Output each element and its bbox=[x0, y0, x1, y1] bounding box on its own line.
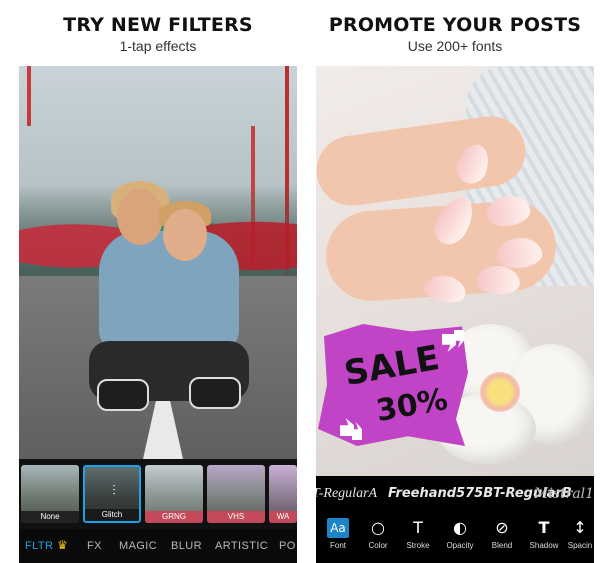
tool-label: Font bbox=[329, 541, 346, 550]
filter-thumb-none[interactable]: None bbox=[21, 465, 79, 523]
tool-color[interactable]: ○ Color bbox=[358, 518, 398, 550]
font-item[interactable]: T-RegularA bbox=[316, 486, 377, 502]
filters-phone-screen: None ⫶ Glitch GRNG VHS WA FLTR ♛ FX MAGI… bbox=[19, 66, 297, 563]
shadow-icon: T bbox=[538, 518, 550, 537]
tool-blend[interactable]: ⊘ Blend bbox=[482, 518, 522, 550]
tool-label: Shadow bbox=[529, 541, 559, 550]
tool-font[interactable]: Aa Font bbox=[318, 518, 358, 550]
tool-label: Opacity bbox=[446, 541, 474, 550]
filter-thumbnails: None ⫶ Glitch GRNG VHS WA bbox=[19, 459, 297, 529]
tab-fltr[interactable]: FLTR bbox=[25, 540, 53, 552]
text-tools-bar: Aa Font ○ Color T Stroke ◐ Opacity ⊘ Ble… bbox=[316, 514, 594, 563]
filter-thumb-glitch[interactable]: ⫶ Glitch bbox=[83, 465, 141, 523]
tab-blur[interactable]: BLUR bbox=[171, 540, 202, 552]
filter-thumb-label: GRNG bbox=[145, 511, 203, 523]
filter-thumb-grng[interactable]: GRNG bbox=[145, 465, 203, 523]
tab-po[interactable]: PO bbox=[279, 540, 296, 552]
filter-thumb-wa[interactable]: WA bbox=[269, 465, 297, 523]
tool-stroke[interactable]: T Stroke bbox=[398, 518, 438, 550]
filter-thumb-label: WA bbox=[269, 511, 297, 523]
font-icon: Aa bbox=[327, 518, 349, 538]
filter-thumb-label: None bbox=[21, 511, 79, 523]
tool-label: Color bbox=[368, 541, 388, 550]
glitch-photo bbox=[19, 66, 297, 459]
filters-title: TRY NEW FILTERS bbox=[63, 14, 253, 36]
filters-panel: TRY NEW FILTERS 1-tap effects None ⫶ Gli… bbox=[19, 0, 297, 563]
couple-figure bbox=[89, 181, 249, 411]
adjust-sliders-icon[interactable]: ⫶ bbox=[105, 481, 123, 499]
manicure-photo: SALE 30% bbox=[316, 66, 594, 476]
tool-label: Spacin bbox=[567, 541, 593, 550]
blend-icon: ⊘ bbox=[495, 518, 509, 537]
font-item[interactable]: Mistral1T bbox=[534, 486, 594, 502]
filters-header: TRY NEW FILTERS 1-tap effects bbox=[19, 14, 297, 54]
editor-tab-bar: FLTR ♛ FX MAGIC BLUR ARTISTIC PO bbox=[19, 529, 297, 563]
filter-thumb-vhs[interactable]: VHS bbox=[207, 465, 265, 523]
fonts-header: PROMOTE YOUR POSTS Use 200+ fonts bbox=[316, 14, 594, 54]
tab-fx[interactable]: FX bbox=[87, 540, 102, 552]
crown-icon: ♛ bbox=[57, 538, 68, 552]
fonts-panel: PROMOTE YOUR POSTS Use 200+ fonts SALE 3… bbox=[316, 0, 594, 563]
spacing-icon: ↕ bbox=[573, 518, 587, 537]
font-picker: T-RegularA Freehand575BT-RegularB Mistra… bbox=[316, 476, 594, 514]
tool-shadow[interactable]: T Shadow bbox=[524, 518, 564, 550]
fonts-title: PROMOTE YOUR POSTS bbox=[328, 14, 582, 36]
tool-opacity[interactable]: ◐ Opacity bbox=[440, 518, 480, 550]
filter-thumb-label: VHS bbox=[207, 511, 265, 523]
tool-spacing[interactable]: ↕ Spacin bbox=[560, 518, 594, 550]
stroke-icon: T bbox=[413, 518, 423, 537]
filter-thumb-label: Glitch bbox=[85, 509, 139, 521]
sale-sticker[interactable]: SALE 30% bbox=[318, 316, 468, 456]
opacity-icon: ◐ bbox=[453, 518, 467, 537]
fonts-subtitle: Use 200+ fonts bbox=[407, 38, 503, 54]
tool-label: Blend bbox=[491, 541, 513, 550]
tab-artistic[interactable]: ARTISTIC bbox=[215, 540, 268, 552]
tool-label: Stroke bbox=[406, 541, 430, 550]
tab-magic[interactable]: MAGIC bbox=[119, 540, 157, 552]
filters-subtitle: 1-tap effects bbox=[119, 38, 197, 54]
fonts-phone-screen: SALE 30% T-RegularA Freehand575BT-Regula… bbox=[316, 66, 594, 563]
color-icon: ○ bbox=[371, 518, 385, 537]
